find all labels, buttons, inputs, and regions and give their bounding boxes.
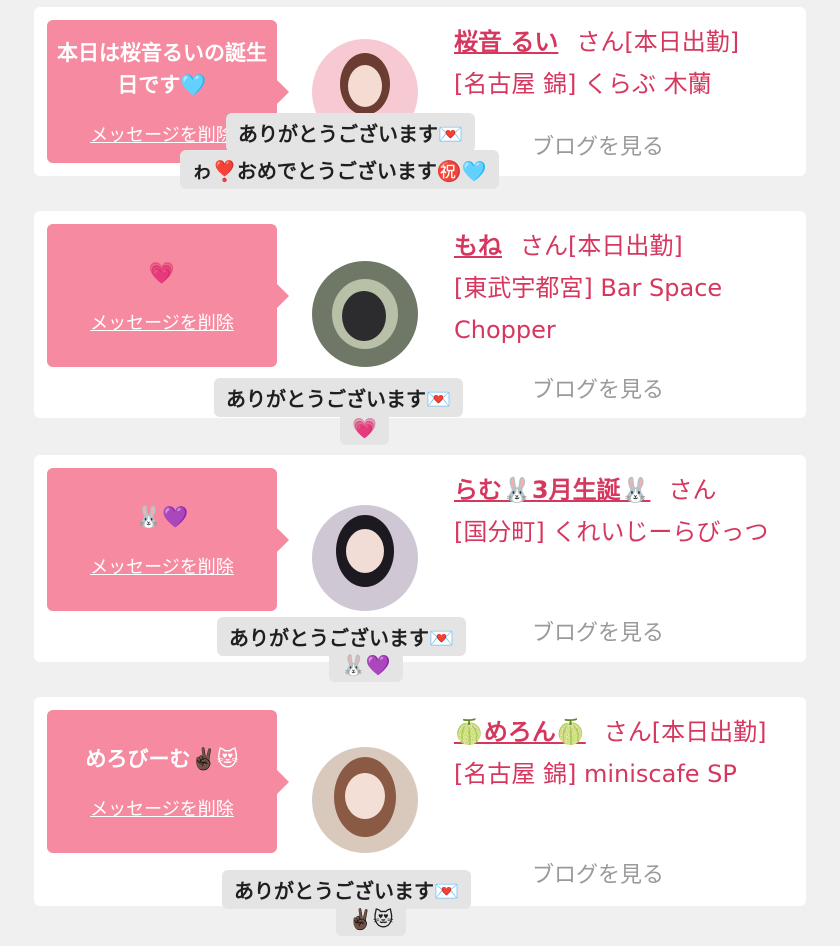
honorific: さん	[520, 232, 568, 260]
honorific: さん	[668, 476, 717, 504]
delete-message-link[interactable]: メッセージを削除	[90, 553, 234, 579]
message-bubble: 🐰💜 メッセージを削除	[47, 468, 289, 611]
cast-name-link[interactable]: もね	[454, 232, 502, 260]
area-label: [名古屋 錦]	[454, 760, 577, 788]
area-label: [国分町]	[454, 518, 545, 546]
cast-info: 🍈めろん🍈 さん[本日出勤] [名古屋 錦] miniscafe SP	[454, 711, 794, 795]
shop-name: くれいじーらびっつ	[552, 518, 769, 546]
honorific: さん	[576, 28, 625, 56]
reply-bubble: ありがとうございます💌	[226, 113, 475, 152]
area-label: [名古屋 錦]	[454, 70, 577, 98]
status-badge: [本日出勤]	[624, 28, 740, 56]
cast-info: らむ🐰3月生誕🐰 さん [国分町] くれいじーらびっつ	[454, 469, 794, 553]
area-label: [東武宇都宮]	[454, 274, 593, 302]
delete-message-link[interactable]: メッセージを削除	[90, 795, 234, 821]
shop-name: miniscafe SP	[584, 760, 737, 788]
avatar[interactable]	[312, 747, 418, 853]
reply-bubble: 🐰💜	[329, 648, 403, 682]
status-badge: [本日出勤]	[651, 718, 767, 746]
message-text: 🐰💜	[135, 504, 189, 529]
view-blog-label: ブログを見る	[532, 135, 665, 160]
honorific: さん	[603, 718, 652, 746]
delete-message-link[interactable]: メッセージを削除	[90, 121, 234, 147]
reply-bubble: ✌🏿😻	[336, 902, 406, 936]
status-badge: [本日出勤]	[568, 232, 683, 260]
message-bubble: めろびーむ✌🏿😻 メッセージを削除	[47, 710, 289, 853]
delete-message-link[interactable]: メッセージを削除	[90, 309, 234, 335]
message-text: 💗	[148, 260, 176, 285]
reply-bubble: 💗	[340, 411, 389, 445]
message-text: 本日は桜音るいの誕生日です🩵	[57, 40, 267, 97]
reply-bubble: ゎ❣️おめでとうございます㊗️🩵	[180, 150, 499, 189]
cast-name-link[interactable]: 🍈めろん🍈	[454, 718, 586, 746]
cast-name-link[interactable]: 桜音 るい	[454, 28, 558, 56]
cast-info: 桜音 るい さん[本日出勤] [名古屋 錦] くらぶ 木蘭	[454, 21, 794, 105]
view-blog-label: ブログを見る	[532, 378, 665, 403]
cast-info: もね さん[本日出勤] [東武宇都宮] Bar Space Chopper	[454, 225, 794, 351]
message-text: めろびーむ✌🏿😻	[85, 746, 239, 771]
message-bubble: 💗 メッセージを削除	[47, 224, 289, 367]
view-blog-label: ブログを見る	[532, 863, 665, 888]
reply-bubble: ありがとうございます💌	[214, 378, 463, 417]
avatar[interactable]	[312, 505, 418, 611]
avatar[interactable]	[312, 261, 418, 367]
cast-name-link[interactable]: らむ🐰3月生誕🐰	[454, 476, 650, 504]
shop-name: くらぶ 木蘭	[584, 70, 712, 98]
view-blog-label: ブログを見る	[532, 621, 665, 646]
